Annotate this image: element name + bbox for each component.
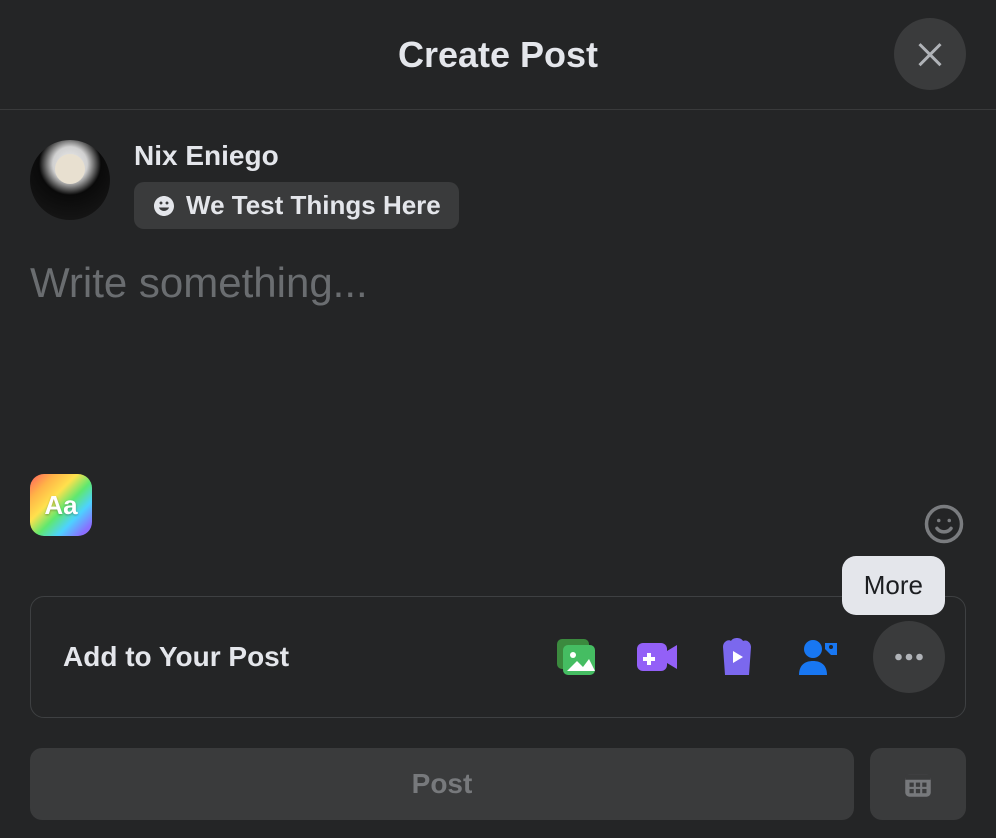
group-icon — [152, 194, 176, 218]
emoji-icon — [923, 503, 965, 545]
more-tooltip: More — [842, 556, 945, 615]
popcorn-icon — [713, 633, 761, 681]
addons-label: Add to Your Post — [63, 641, 289, 673]
schedule-button[interactable] — [870, 748, 966, 820]
photo-icon — [553, 633, 601, 681]
tag-person-icon — [793, 633, 841, 681]
addons-icons: More — [553, 621, 945, 693]
more-button[interactable]: More — [873, 621, 945, 693]
close-button[interactable] — [894, 18, 966, 90]
close-icon — [912, 36, 948, 72]
compose-area: Aa — [0, 229, 996, 546]
more-icon — [891, 639, 927, 675]
watch-party-button[interactable] — [713, 633, 761, 681]
audience-selector[interactable]: We Test Things Here — [134, 182, 459, 229]
photo-video-button[interactable] — [553, 633, 601, 681]
modal-header: Create Post — [0, 0, 996, 110]
user-meta: Nix Eniego We Test Things Here — [134, 140, 459, 229]
compose-input[interactable] — [30, 259, 966, 439]
audience-label: We Test Things Here — [186, 190, 441, 221]
video-room-button[interactable] — [633, 633, 681, 681]
post-button[interactable]: Post — [30, 748, 854, 820]
avatar[interactable] — [30, 140, 110, 220]
create-post-modal: Create Post Nix Eniego We Test Things He… — [0, 0, 996, 838]
modal-title: Create Post — [398, 34, 598, 76]
background-picker-button[interactable]: Aa — [30, 474, 92, 536]
calendar-icon — [901, 767, 935, 801]
video-plus-icon — [633, 633, 681, 681]
addons-bar: Add to Your Post — [30, 596, 966, 718]
emoji-button[interactable] — [922, 502, 966, 546]
tag-people-button[interactable] — [793, 633, 841, 681]
user-row: Nix Eniego We Test Things Here — [0, 110, 996, 229]
user-name: Nix Eniego — [134, 140, 459, 172]
background-picker-label: Aa — [44, 490, 77, 521]
footer: Post — [0, 718, 996, 838]
